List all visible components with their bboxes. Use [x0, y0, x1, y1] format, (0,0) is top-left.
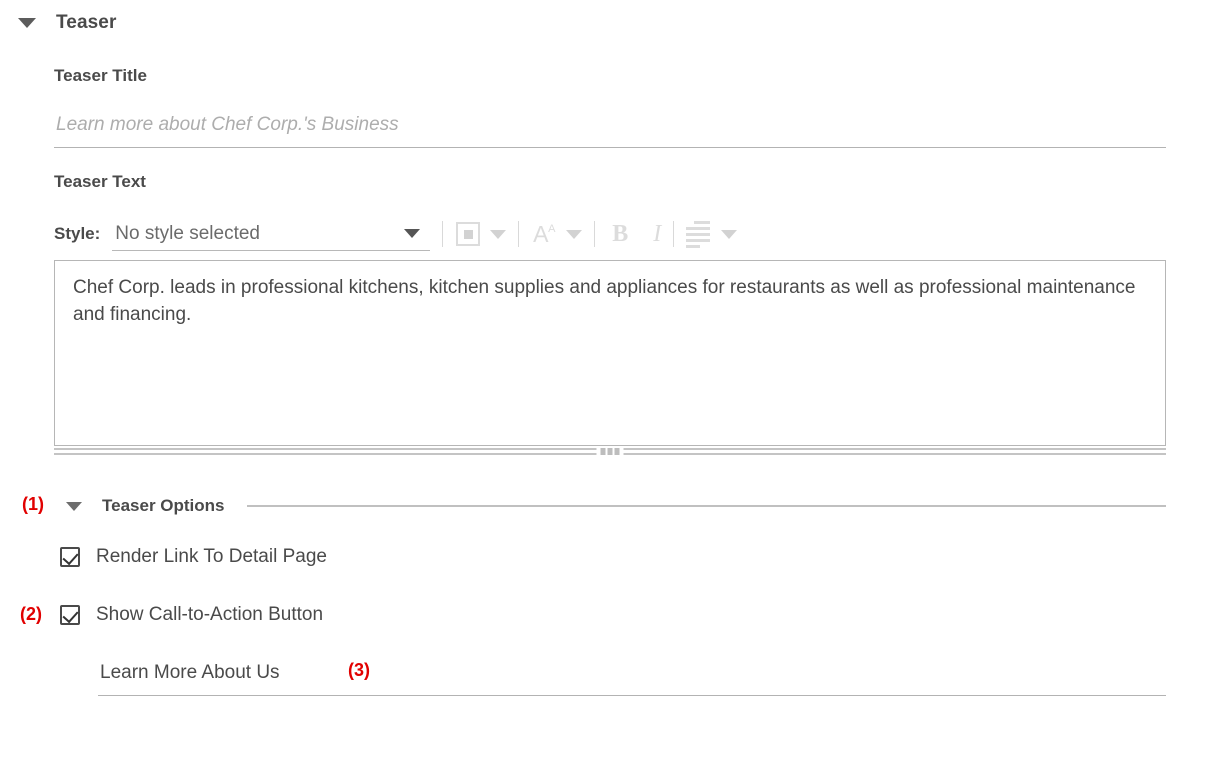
teaser-text-label: Teaser Text [54, 172, 146, 191]
italic-glyph: I [653, 221, 662, 247]
checkbox-render-link-to-detail-page[interactable]: Render Link To Detail Page [60, 546, 327, 568]
font-size-icon[interactable]: AA [531, 219, 557, 249]
annotation-2: (2) [20, 604, 42, 624]
triangle-down-icon[interactable] [18, 18, 36, 28]
teaser-text-editor[interactable]: Chef Corp. leads in professional kitchen… [54, 260, 1166, 446]
section-header-teaser[interactable]: Teaser [18, 12, 116, 34]
editor-resize-handle[interactable] [54, 448, 1166, 460]
toolbar-divider [442, 221, 444, 247]
font-size-dropdown-icon[interactable] [566, 229, 583, 239]
divider [246, 505, 1166, 507]
checkbox-checked-icon[interactable] [60, 605, 80, 625]
section-header-teaser-options[interactable]: Teaser Options [66, 492, 1166, 520]
checkbox-label: Render Link To Detail Page [96, 546, 327, 567]
text-color-swatch-icon[interactable] [455, 219, 481, 249]
text-color-dropdown-icon[interactable] [490, 229, 507, 239]
toolbar-divider [673, 221, 675, 247]
teaser-options-title: Teaser Options [102, 496, 225, 515]
style-select[interactable]: No style selected [112, 217, 431, 251]
call-to-action-label-input[interactable] [98, 656, 1166, 696]
page-title: Teaser [56, 12, 117, 33]
checkbox-checked-icon[interactable] [60, 547, 80, 567]
italic-icon[interactable]: I [633, 219, 661, 249]
teaser-title-input[interactable] [54, 108, 1166, 148]
checkbox-label: Show Call-to-Action Button [96, 604, 324, 625]
chevron-down-icon[interactable] [404, 229, 421, 238]
toolbar-divider [518, 221, 520, 247]
annotation-1: (1) [22, 494, 44, 514]
teaser-form-page: Teaser Teaser Title Teaser Text Style: N… [0, 0, 1217, 767]
rich-text-toolbar: Style: No style selected AA B I [54, 216, 934, 252]
triangle-down-icon[interactable] [66, 501, 82, 511]
style-label: Style: [54, 224, 101, 243]
toolbar-divider [594, 221, 596, 247]
text-align-icon[interactable] [686, 219, 712, 249]
annotation-3: (3) [348, 660, 370, 680]
style-select-value: No style selected [115, 222, 260, 244]
bold-icon[interactable]: B [607, 219, 633, 249]
resize-grip-icon[interactable] [596, 448, 624, 455]
checkbox-show-call-to-action-button[interactable]: Show Call-to-Action Button [60, 604, 323, 626]
bold-glyph: B [612, 221, 629, 247]
text-align-dropdown-icon[interactable] [721, 229, 738, 239]
teaser-title-label: Teaser Title [54, 66, 147, 85]
